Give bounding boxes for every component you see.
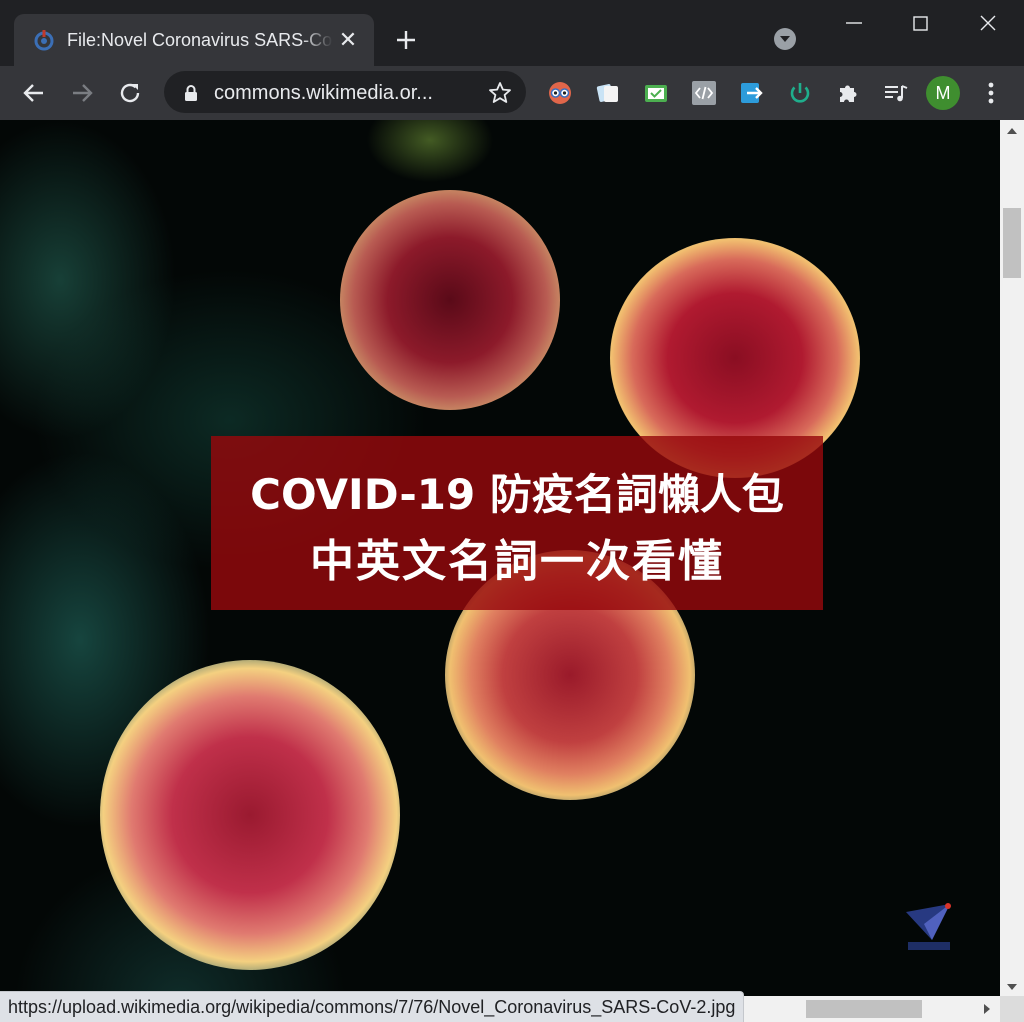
status-bar-url: https://upload.wikimedia.org/wikipedia/c… — [0, 991, 745, 1022]
wikimedia-commons-icon — [34, 30, 54, 51]
tab-close-icon[interactable]: ✕ — [336, 28, 360, 52]
arrow-extension-icon[interactable] — [738, 79, 766, 107]
cards-extension-icon[interactable] — [594, 79, 622, 107]
scroll-right-icon[interactable] — [984, 1004, 990, 1014]
code-extension-icon[interactable] — [690, 79, 718, 107]
more-menu-icon[interactable] — [980, 78, 1002, 108]
lock-icon[interactable] — [183, 84, 199, 102]
reload-icon[interactable] — [115, 78, 145, 108]
virion-particle — [340, 190, 560, 410]
banner-title-line-1: COVID-19 防疫名詞懶人包 — [250, 470, 784, 519]
active-tab[interactable]: File:Novel Coronavirus SARS-CoV-2.jpg - … — [14, 14, 374, 66]
horizontal-scroll-thumb[interactable] — [806, 1000, 922, 1018]
banner-title-line-2: 中英文名詞一次看懂 — [310, 536, 724, 587]
mail-check-extension-icon[interactable] — [642, 79, 670, 107]
virion-particle — [100, 660, 400, 970]
maximize-icon[interactable] — [900, 8, 940, 40]
scroll-up-icon[interactable] — [1007, 128, 1017, 134]
profile-avatar[interactable]: M — [926, 76, 960, 110]
scroll-down-icon[interactable] — [1007, 984, 1017, 990]
minimize-icon[interactable] — [834, 8, 874, 40]
tab-search-icon[interactable] — [774, 28, 796, 50]
tab-title: File:Novel Coronavirus SARS-CoV-2.jpg - … — [67, 30, 333, 50]
eyes-extension-icon[interactable] — [546, 79, 574, 107]
browser-toolbar: commons.wikimedia.or... M — [0, 66, 1024, 120]
media-queue-icon[interactable] — [882, 79, 910, 107]
bookmark-star-icon[interactable] — [487, 80, 513, 106]
title-banner: COVID-19 防疫名詞懶人包 中英文名詞一次看懂 — [211, 436, 823, 610]
back-icon[interactable] — [19, 78, 49, 108]
forward-icon[interactable] — [67, 78, 97, 108]
address-bar[interactable]: commons.wikimedia.or... — [164, 71, 526, 113]
coronavirus-image: COVID-19 防疫名詞懶人包 中英文名詞一次看懂 — [0, 120, 1000, 1022]
site-logo-watermark-icon — [906, 903, 951, 950]
vertical-scrollbar[interactable] — [1000, 120, 1024, 996]
vertical-scroll-thumb[interactable] — [1003, 208, 1021, 278]
url-text[interactable]: commons.wikimedia.or... — [214, 81, 474, 105]
power-extension-icon[interactable] — [786, 79, 814, 107]
title-bar: File:Novel Coronavirus SARS-CoV-2.jpg - … — [0, 0, 1024, 66]
new-tab-icon[interactable] — [392, 26, 420, 54]
scrollbar-corner — [1000, 996, 1024, 1022]
puzzle-icon[interactable] — [834, 79, 862, 107]
close-window-icon[interactable] — [968, 8, 1008, 40]
